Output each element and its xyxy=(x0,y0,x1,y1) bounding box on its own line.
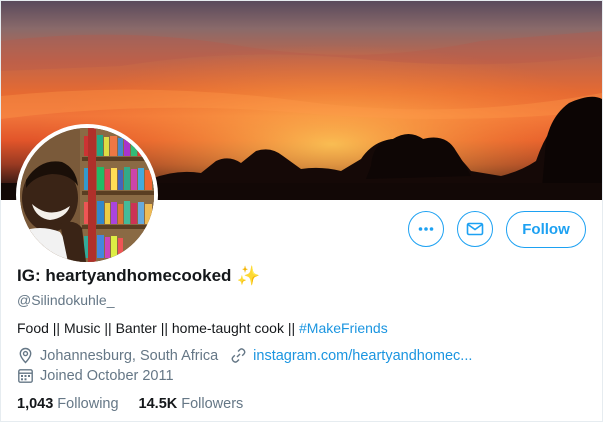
profile-website-link[interactable]: instagram.com/heartyandhomec... xyxy=(253,348,472,364)
calendar-icon xyxy=(17,367,34,384)
following-stat-link[interactable]: 1,043 Following xyxy=(17,396,119,412)
link-icon xyxy=(230,347,247,364)
profile-handle: @Silindokuhle_ xyxy=(17,292,115,308)
profile-meta-row: Johannesburg, South Africa instagram.com… xyxy=(17,347,472,364)
followers-label: Followers xyxy=(181,396,244,412)
message-button[interactable] xyxy=(457,211,493,247)
sparkles-emoji: ✨ xyxy=(236,265,261,287)
followers-stat-link[interactable]: 14.5K Followers xyxy=(139,396,244,412)
profile-name-text: IG: heartyandhomecooked xyxy=(17,266,232,285)
profile-avatar[interactable] xyxy=(16,124,158,266)
profile-stats: 1,043 Following 14.5K Followers xyxy=(17,396,243,412)
bio-text: Food || Music || Banter || home-taught c… xyxy=(17,320,299,336)
profile-location: Johannesburg, South Africa xyxy=(40,347,219,364)
profile-joined-date: Joined October 2011 xyxy=(40,367,174,384)
following-count: 1,043 xyxy=(17,396,54,412)
bio-hashtag-link[interactable]: #MakeFriends xyxy=(299,320,388,336)
more-options-button[interactable] xyxy=(408,211,444,247)
location-pin-icon xyxy=(17,347,34,364)
profile-bio: Food || Music || Banter || home-taught c… xyxy=(17,320,388,336)
profile-joined-row: Joined October 2011 xyxy=(17,367,174,384)
followers-count: 14.5K xyxy=(138,396,178,412)
more-dots-icon xyxy=(418,227,434,231)
avatar-photo xyxy=(20,128,154,262)
profile-name: IG: heartyandhomecooked ✨ xyxy=(17,266,260,286)
following-label: Following xyxy=(57,396,119,412)
follow-button[interactable]: Follow xyxy=(506,211,586,248)
envelope-icon xyxy=(466,222,484,236)
